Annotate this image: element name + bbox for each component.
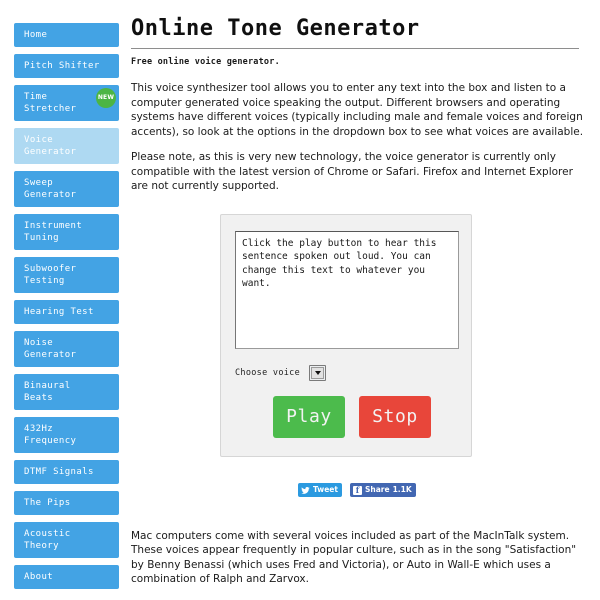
sidebar-item-label: Time Stretcher xyxy=(24,92,77,114)
sidebar-item-time-stretcher[interactable]: Time Stretcher NEW xyxy=(14,85,119,121)
play-button[interactable]: Play xyxy=(273,396,345,438)
sidebar-nav: Home Pitch Shifter Time Stretcher NEW Voice … xyxy=(0,0,126,600)
main-content: Online Tone Generator Free online voice … xyxy=(131,0,593,600)
voice-generator-panel: Choose voice Play Stop xyxy=(220,214,472,457)
social-share-row: Tweet f Share 1.1K xyxy=(298,483,416,497)
facebook-icon: f xyxy=(352,485,362,495)
sidebar-item-pitch-shifter[interactable]: Pitch Shifter xyxy=(14,54,119,78)
sidebar-item-432hz-frequency[interactable]: 432Hz Frequency xyxy=(14,417,119,453)
tweet-label: Tweet xyxy=(313,485,338,494)
facebook-share-button[interactable]: f Share 1.1K xyxy=(349,483,416,497)
facebook-share-count: 1.1K xyxy=(392,485,412,494)
stop-button[interactable]: Stop xyxy=(359,396,431,438)
page-title: Online Tone Generator xyxy=(131,16,420,41)
sidebar-item-voice-generator[interactable]: Voice Generator xyxy=(14,128,119,164)
sidebar-item-label: Sweep Generator xyxy=(24,178,77,200)
sidebar-item-label: Binaural Beats xyxy=(24,381,71,403)
compatibility-paragraph: Please note, as this is very new technol… xyxy=(131,151,573,192)
sidebar-item-acoustic-theory[interactable]: Acoustic Theory xyxy=(14,522,119,558)
twitter-tweet-button[interactable]: Tweet xyxy=(298,483,342,497)
sidebar-item-label: Instrument Tuning xyxy=(24,221,83,243)
sidebar-item-label: Voice Generator xyxy=(24,135,77,157)
sidebar-item-label: Home xyxy=(24,30,48,40)
sidebar-item-subwoofer-testing[interactable]: Subwoofer Testing xyxy=(14,257,119,293)
intro-paragraph: This voice synthesizer tool allows you t… xyxy=(131,82,584,138)
voice-text-input[interactable] xyxy=(235,231,459,349)
sidebar-item-label: Acoustic Theory xyxy=(24,529,71,551)
sidebar-item-label: About xyxy=(24,572,54,582)
sidebar-item-instrument-tuning[interactable]: Instrument Tuning xyxy=(14,214,119,250)
chevron-down-icon xyxy=(311,367,325,379)
sidebar-item-noise-generator[interactable]: Noise Generator xyxy=(14,331,119,367)
sidebar-item-binaural-beats[interactable]: Binaural Beats xyxy=(14,374,119,410)
title-divider xyxy=(131,48,579,49)
playback-buttons: Play Stop xyxy=(273,396,431,438)
sidebar-item-sweep-generator[interactable]: Sweep Generator xyxy=(14,171,119,207)
page-root: Home Pitch Shifter Time Stretcher NEW Voice … xyxy=(0,0,600,600)
page-subtitle: Free online voice generator. xyxy=(131,57,280,67)
sidebar-item-label: 432Hz Frequency xyxy=(24,424,77,446)
sidebar-item-home[interactable]: Home xyxy=(14,23,119,47)
mac-voices-paragraph: Mac computers come with several voices i… xyxy=(131,529,577,586)
choose-voice-label: Choose voice xyxy=(235,368,301,378)
sidebar-item-label: DTMF Signals xyxy=(24,467,94,477)
facebook-share-label: Share xyxy=(364,485,390,494)
sidebar-item-the-pips[interactable]: The Pips xyxy=(14,491,119,515)
sidebar-item-label: Pitch Shifter xyxy=(24,61,100,71)
sidebar-item-label: The Pips xyxy=(24,498,71,508)
sidebar-item-label: Subwoofer Testing xyxy=(24,264,77,286)
sidebar-item-label: Noise Generator xyxy=(24,338,77,360)
new-badge: NEW xyxy=(96,88,116,108)
voice-select-row: Choose voice xyxy=(235,365,327,381)
sidebar-item-dtmf-signals[interactable]: DTMF Signals xyxy=(14,460,119,484)
sidebar-item-about[interactable]: About xyxy=(14,565,119,589)
sidebar-item-label: Hearing Test xyxy=(24,307,94,317)
twitter-bird-icon xyxy=(301,486,310,495)
sidebar-item-hearing-test[interactable]: Hearing Test xyxy=(14,300,119,324)
voice-select-dropdown[interactable] xyxy=(309,365,327,381)
